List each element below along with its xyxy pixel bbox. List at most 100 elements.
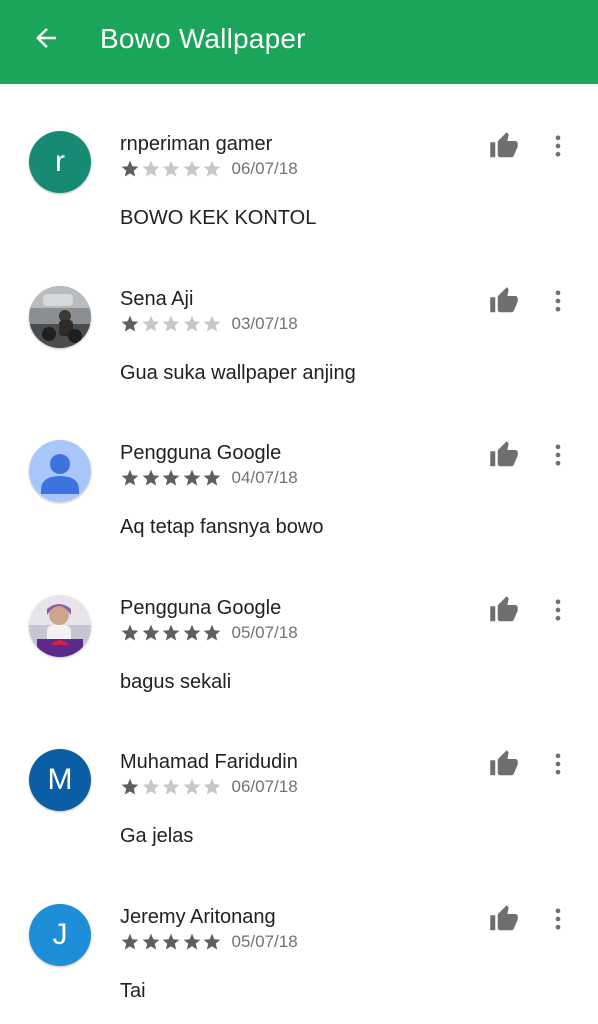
star-icon (142, 624, 159, 640)
review-author: Jeremy Aritonang (120, 905, 276, 928)
avatar: M (29, 749, 91, 811)
star-icon (121, 160, 139, 177)
star-rating (120, 159, 223, 179)
more-options-button[interactable] (544, 903, 572, 935)
review-author: Pengguna Google (120, 596, 282, 619)
thumb-up-icon (490, 286, 518, 312)
avatar (29, 594, 91, 657)
page-title: Bowo Wallpaper (100, 23, 306, 54)
thumb-up-icon (490, 750, 518, 776)
star-icon (162, 160, 180, 177)
star-icon (183, 778, 200, 795)
review-author: Pengguna Google (120, 442, 282, 464)
star-rating (120, 314, 223, 334)
helpful-button[interactable] (488, 439, 520, 471)
star-icon (183, 160, 200, 177)
review-item: Pengguna Google 04/07/18 Aq tetap fansnya … (0, 393, 598, 547)
app-bar: Bowo Wallpaper (0, 0, 598, 84)
review-date: 05/07/18 (231, 622, 298, 642)
review-text: Aq tetap fansnya bowo (120, 516, 324, 538)
star-icon (183, 933, 200, 949)
helpful-button[interactable] (488, 748, 520, 780)
star-icon (183, 315, 200, 331)
review-list: r rnperiman gamer 06/07/18 BOWO KEK KONTOL S… (0, 84, 598, 1024)
star-icon (142, 933, 159, 949)
more-options-button[interactable] (544, 748, 572, 780)
more-vert-icon (555, 753, 561, 775)
review-item: r rnperiman gamer 06/07/18 BOWO KEK KONTOL (0, 84, 598, 238)
review-item: Sena Aji 03/07/18 Gua suka wallpaper anjin… (0, 239, 598, 393)
rating-row: 05/07/18 (120, 931, 298, 953)
avatar-letter: r (55, 145, 65, 178)
star-icon (203, 315, 221, 331)
star-icon (162, 778, 180, 795)
review-text: Gua suka wallpaper anjing (120, 361, 356, 384)
star-icon (203, 778, 221, 795)
review-item: Pengguna Google 05/07/18 bagus sekali (0, 548, 598, 702)
more-vert-icon (555, 290, 561, 311)
review-date: 04/07/18 (231, 468, 298, 487)
star-icon (162, 469, 180, 486)
review-author: Sena Aji (120, 287, 194, 310)
star-icon (142, 469, 159, 486)
more-vert-icon (555, 599, 561, 620)
review-item: J Jeremy Aritonang 05/07/18 Tai (0, 857, 598, 1011)
star-icon (183, 624, 200, 640)
star-icon (142, 160, 159, 177)
star-icon (121, 469, 139, 486)
thumb-up-icon (490, 132, 518, 158)
star-icon (121, 315, 139, 331)
rating-row: 06/07/18 (120, 776, 298, 798)
more-vert-icon (555, 908, 561, 929)
rating-row: 04/07/18 (120, 467, 298, 489)
star-rating (120, 623, 223, 643)
star-rating (120, 932, 223, 952)
review-item: M Muhamad Faridudin 06/07/18 Ga jelas (0, 702, 598, 856)
avatar: r (29, 131, 91, 193)
helpful-button[interactable] (488, 130, 520, 162)
review-date: 06/07/18 (231, 777, 298, 796)
helpful-button[interactable] (488, 285, 520, 317)
thumb-up-icon (490, 904, 518, 930)
avatar-letter: J (52, 917, 68, 951)
star-icon (142, 778, 159, 795)
star-rating (120, 468, 223, 488)
thumb-up-icon (490, 441, 518, 467)
back-button[interactable] (30, 22, 62, 54)
avatar: J (29, 903, 91, 966)
review-date: 03/07/18 (231, 313, 298, 333)
rating-row: 03/07/18 (120, 313, 298, 335)
review-author: Muhamad Faridudin (120, 751, 298, 773)
star-icon (121, 778, 139, 795)
star-icon (203, 469, 221, 486)
more-options-button[interactable] (544, 439, 572, 471)
more-options-button[interactable] (544, 594, 572, 626)
arrow-back-icon (36, 28, 56, 48)
helpful-button[interactable] (488, 594, 520, 626)
more-vert-icon (555, 135, 561, 157)
more-options-button[interactable] (544, 130, 572, 162)
rating-row: 05/07/18 (120, 622, 298, 644)
helpful-button[interactable] (488, 903, 520, 935)
star-icon (183, 469, 200, 486)
review-text: bagus sekali (120, 670, 232, 693)
avatar (29, 285, 91, 348)
review-text: BOWO KEK KONTOL (120, 207, 317, 229)
review-date: 06/07/18 (231, 159, 298, 178)
star-icon (203, 624, 221, 640)
star-icon (142, 315, 159, 331)
more-vert-icon (555, 444, 561, 466)
star-icon (121, 933, 139, 949)
star-icon (162, 624, 180, 640)
star-icon (203, 160, 221, 177)
more-options-button[interactable] (544, 285, 572, 317)
avatar (29, 440, 91, 502)
star-icon (203, 933, 221, 949)
avatar-letter: M (47, 763, 73, 796)
thumb-up-icon (490, 595, 518, 621)
star-icon (162, 933, 180, 949)
review-date: 05/07/18 (231, 931, 298, 951)
review-author: rnperiman gamer (120, 133, 273, 155)
review-text: Tai (120, 979, 146, 1002)
review-text: Ga jelas (120, 825, 194, 847)
